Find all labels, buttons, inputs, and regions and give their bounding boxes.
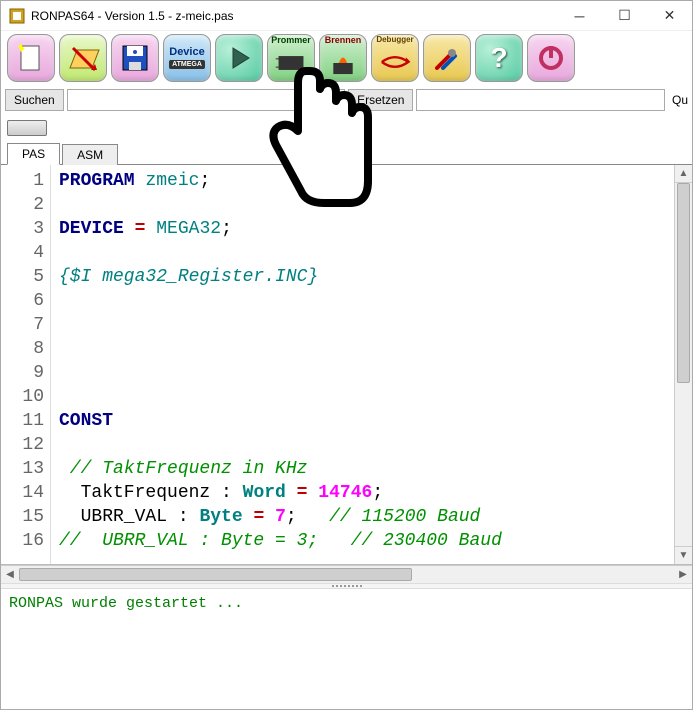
vertical-scrollbar[interactable]: ▲ ▼ (674, 165, 692, 564)
scroll-right-icon[interactable]: ▶ (674, 566, 692, 583)
code-line[interactable]: UBRR_VAL : Byte = 7; // 115200 Baud (59, 505, 674, 529)
save-button[interactable] (111, 34, 159, 82)
device-label: Device (169, 47, 204, 58)
titlebar: RONPAS64 - Version 1.5 - z-meic.pas ─ ☐ … (1, 1, 692, 31)
run-button[interactable] (215, 34, 263, 82)
status-row (1, 115, 692, 141)
open-button[interactable] (59, 34, 107, 82)
new-button[interactable] (7, 34, 55, 82)
line-number: 16 (1, 529, 44, 553)
maximize-button[interactable]: ☐ (602, 1, 647, 30)
search-bar: Suchen Ersetzen Qu (1, 85, 692, 115)
code-line[interactable]: PROGRAM zmeic; (59, 169, 674, 193)
line-number: 12 (1, 433, 44, 457)
pliers-icon (429, 40, 465, 76)
qu-label: Qu (668, 93, 688, 107)
code-line[interactable] (59, 433, 674, 457)
app-icon (9, 8, 25, 24)
scroll-up-icon[interactable]: ▲ (675, 165, 692, 183)
ersetzen-button[interactable]: Ersetzen (348, 89, 413, 111)
tab-asm[interactable]: ASM (62, 144, 118, 165)
code-line[interactable]: {$I mega32_Register.INC} (59, 265, 674, 289)
line-number: 14 (1, 481, 44, 505)
debugger-label: Debugger (376, 36, 413, 44)
power-icon (533, 40, 569, 76)
debugger-button[interactable]: Debugger (371, 34, 419, 82)
device-button[interactable]: Device ATMEGA (163, 34, 211, 82)
code-line[interactable] (59, 193, 674, 217)
brennen-button[interactable]: Brennen (319, 34, 367, 82)
minimize-button[interactable]: ─ (557, 1, 602, 30)
loop-icon (377, 44, 413, 80)
code-line[interactable]: // TaktFrequenz in KHz (59, 457, 674, 481)
toolbar: Device ATMEGA Prommer Brennen Debugger ? (1, 31, 692, 85)
code-line[interactable] (59, 385, 674, 409)
prommer-button[interactable]: Prommer (267, 34, 315, 82)
code-line[interactable] (59, 241, 674, 265)
tools-button[interactable] (423, 34, 471, 82)
line-number: 4 (1, 241, 44, 265)
hscroll-thumb[interactable] (19, 568, 412, 581)
scroll-left-icon[interactable]: ◀ (1, 566, 19, 583)
code-line[interactable] (59, 289, 674, 313)
line-number: 11 (1, 409, 44, 433)
code-line[interactable]: TaktFrequenz : Word = 14746; (59, 481, 674, 505)
window-title: RONPAS64 - Version 1.5 - z-meic.pas (31, 9, 557, 23)
scroll-thumb[interactable] (677, 183, 690, 383)
scroll-down-icon[interactable]: ▼ (675, 546, 692, 564)
console-text: RONPAS wurde gestartet ... (9, 595, 243, 612)
floppy-icon (117, 40, 153, 76)
question-icon: ? (490, 42, 507, 74)
close-button[interactable]: ✕ (647, 1, 692, 30)
suchen-button[interactable]: Suchen (5, 89, 64, 111)
code-area[interactable]: PROGRAM zmeic; DEVICE = MEGA32; {$I mega32… (51, 165, 674, 564)
folder-arrow-icon (65, 40, 101, 76)
line-number: 1 (1, 169, 44, 193)
line-number: 6 (1, 289, 44, 313)
line-number: 13 (1, 457, 44, 481)
code-line[interactable] (59, 361, 674, 385)
search-input[interactable] (67, 89, 345, 111)
code-line[interactable]: // UBRR_VAL : Byte = 3; // 230400 Baud (59, 529, 674, 553)
power-button[interactable] (527, 34, 575, 82)
status-indicator (7, 120, 47, 136)
code-line[interactable] (59, 337, 674, 361)
code-line[interactable]: CONST (59, 409, 674, 433)
line-number: 8 (1, 337, 44, 361)
line-number: 2 (1, 193, 44, 217)
line-gutter: 12345678910111213141516 (1, 165, 51, 564)
new-icon (13, 40, 49, 76)
line-number: 5 (1, 265, 44, 289)
horizontal-scrollbar[interactable]: ◀ ▶ (1, 565, 692, 583)
help-button[interactable]: ? (475, 34, 523, 82)
prommer-label: Prommer (271, 36, 311, 45)
line-number: 15 (1, 505, 44, 529)
output-console: RONPAS wurde gestartet ... (1, 589, 692, 709)
code-editor[interactable]: 12345678910111213141516 PROGRAM zmeic;DE… (1, 165, 692, 565)
replace-input[interactable] (416, 89, 665, 111)
code-line[interactable] (59, 313, 674, 337)
brennen-label: Brennen (325, 36, 362, 45)
line-number: 10 (1, 385, 44, 409)
device-sub: ATMEGA (169, 60, 205, 69)
code-line[interactable]: DEVICE = MEGA32; (59, 217, 674, 241)
tab-pas[interactable]: PAS (7, 143, 60, 165)
burn-icon (325, 45, 361, 81)
line-number: 9 (1, 361, 44, 385)
line-number: 7 (1, 313, 44, 337)
editor-tabs: PAS ASM (1, 141, 692, 165)
line-number: 3 (1, 217, 44, 241)
play-icon (221, 40, 257, 76)
chip-icon (273, 45, 309, 81)
